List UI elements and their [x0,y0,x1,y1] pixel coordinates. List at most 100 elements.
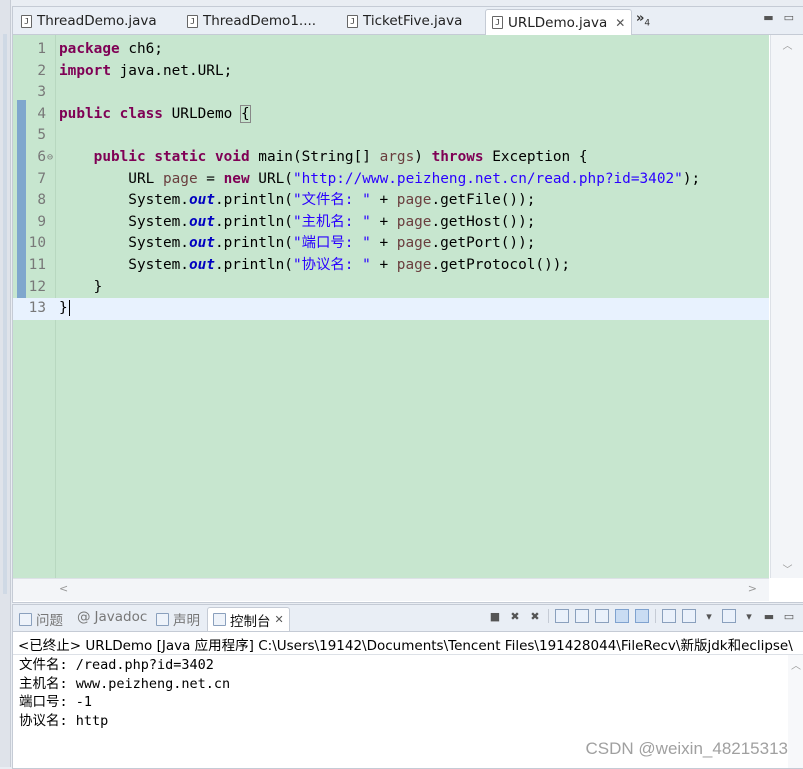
toolbar-separator [655,609,656,623]
line-number: 5 [37,127,46,144]
java-file-icon: J [21,14,32,28]
chevron-down-icon[interactable]: ▾ [702,609,716,623]
tab-problems[interactable]: 问题 [19,609,63,629]
view-controls: ▬ ▭ [763,11,794,24]
tab-label: TicketFive.java [363,13,463,29]
console-output-line: 协议名: http [19,712,109,729]
console-toolbar: ■ ✖ ✖ ▾ ▾ ▬ ▭ [488,609,796,623]
code-text: package ch6; [59,41,163,57]
editor-vertical-scrollbar[interactable]: ︿ ﹀ [770,35,803,578]
minimize-icon[interactable]: ▬ [763,11,773,24]
code-line[interactable]: 8 System.out.println("文件名: " + page.getF… [13,190,769,212]
code-text: } [59,278,103,295]
editor-horizontal-scrollbar[interactable]: < > [13,578,769,601]
tab-overflow-count: 4 [644,18,651,29]
scroll-right-icon[interactable]: > [748,582,757,595]
scroll-lock-icon[interactable] [575,609,589,623]
java-file-icon: J [347,14,358,28]
watermark: CSDN @weixin_48215313 [585,739,788,758]
show-console-on-stdout-icon[interactable] [615,609,629,623]
show-console-on-stderr-icon[interactable] [635,609,649,623]
console-icon [213,613,226,626]
maximize-icon[interactable]: ▭ [784,11,794,24]
maximize-icon[interactable]: ▭ [782,609,796,623]
console-scrollbar[interactable]: ︿ [788,655,803,768]
declaration-icon [156,612,169,626]
line-number: 7 [37,170,46,187]
code-line[interactable]: 6 ⊖ public static void main(String[] args… [13,147,769,169]
scroll-up-icon[interactable]: ︿ [771,37,803,52]
word-wrap-icon[interactable] [595,609,609,623]
close-icon[interactable]: ✕ [275,613,284,626]
tab-overflow-button[interactable]: »4 [636,11,650,29]
java-file-icon: J [187,14,198,28]
code-text: public static void main(String[] args) t… [93,149,588,165]
code-line[interactable]: 5 [13,125,769,147]
editor-tab-bar: J ThreadDemo.java J ThreadDemo1.... J Ti… [13,7,803,35]
code-editor[interactable]: 1 package ch6; 2 import java.net.URL; 3 4 publ… [13,35,769,578]
code-text: import java.net.URL; [59,62,233,79]
tab-threaddemo[interactable]: J ThreadDemo.java [15,9,163,33]
tab-ticketfive[interactable]: J TicketFive.java [341,9,468,33]
line-number: 9 [37,213,46,230]
tab-label: Javadoc [94,609,148,625]
line-number: 1 [37,41,46,57]
line-number: 10 [28,235,46,252]
code-line[interactable]: 11 System.out.println("协议名: " + page.get… [13,255,769,277]
console-output-line: 主机名: www.peizheng.net.cn [19,675,231,692]
code-line[interactable]: 10 System.out.println("端口号: " + page.get… [13,233,769,255]
tab-urldemo[interactable]: J URLDemo.java ✕ [485,9,633,35]
code-line[interactable]: 12 } [13,277,769,299]
code-text: System.out.println("文件名: " + page.getFil… [59,192,536,209]
editor-panel: J ThreadDemo.java J ThreadDemo1.... J Ti… [12,6,803,603]
line-number: 6 [37,149,46,165]
open-console-icon[interactable] [722,609,736,623]
display-selected-console-icon[interactable] [682,609,696,623]
tab-javadoc[interactable]: @ Javadoc [77,609,147,625]
line-number: 8 [37,192,46,209]
code-line[interactable]: 7 URL page = new URL("http://www.peizhen… [13,169,769,191]
code-line[interactable]: 4 public class URLDemo { [13,104,769,126]
remove-launch-icon[interactable]: ✖ [508,609,522,623]
clear-console-icon[interactable] [555,609,569,623]
code-text: System.out.println("协议名: " + page.getPro… [59,257,571,273]
scroll-left-icon[interactable]: < [59,582,68,595]
console-launch-status: <已终止> URLDemo [Java 应用程序] C:\Users\19142… [18,638,793,654]
tab-label: 控制台 [230,613,271,630]
code-text: URL page = new URL("http://www.peizheng.… [59,170,701,187]
tab-console[interactable]: 控制台 ✕ [207,607,290,631]
code-line[interactable]: 2 import java.net.URL; [13,61,769,83]
scroll-down-icon[interactable]: ﹀ [771,561,803,576]
fold-collapse-icon[interactable]: ⊖ [47,147,53,169]
terminate-icon[interactable]: ■ [488,609,502,623]
tab-label: 问题 [36,613,63,629]
line-number: 11 [28,257,46,273]
code-line[interactable]: 13} [13,298,769,320]
console-tab-bar: 问题 @ Javadoc 声明 控制台 ✕ ■ ✖ ✖ ▾ ▾ ▬ ▭ [13,605,803,632]
chevron-down-icon[interactable]: ▾ [742,609,756,623]
code-line[interactable]: 3 [13,82,769,104]
code-text: public class URLDemo { [59,104,251,123]
tab-threaddemo1[interactable]: J ThreadDemo1.... [181,9,322,33]
close-icon[interactable]: ✕ [615,16,625,30]
line-number: 13 [28,300,46,317]
remove-all-terminated-icon[interactable]: ✖ [528,609,542,623]
line-number: 2 [37,62,46,79]
tab-label: URLDemo.java [508,14,608,31]
tab-label: ThreadDemo.java [37,13,157,29]
pin-console-icon[interactable] [662,609,676,623]
line-number: 12 [28,278,46,295]
left-side-strip [0,0,11,767]
code-line[interactable]: 9 System.out.println("主机名: " + page.getH… [13,212,769,234]
minimize-icon[interactable]: ▬ [762,609,776,623]
console-output-line: 端口号: -1 [19,694,93,710]
code-text: System.out.println("主机名: " + page.getHos… [59,213,536,230]
tab-label: ThreadDemo1.... [203,13,317,29]
scroll-up-icon[interactable]: ︿ [788,657,803,672]
side-accent [3,34,7,594]
code-line[interactable]: 1 package ch6; [13,39,769,61]
toolbar-separator [548,609,549,623]
tab-declaration[interactable]: 声明 [156,609,200,629]
java-file-icon: J [492,16,503,29]
code-text: System.out.println("端口号: " + page.getPor… [59,235,536,252]
